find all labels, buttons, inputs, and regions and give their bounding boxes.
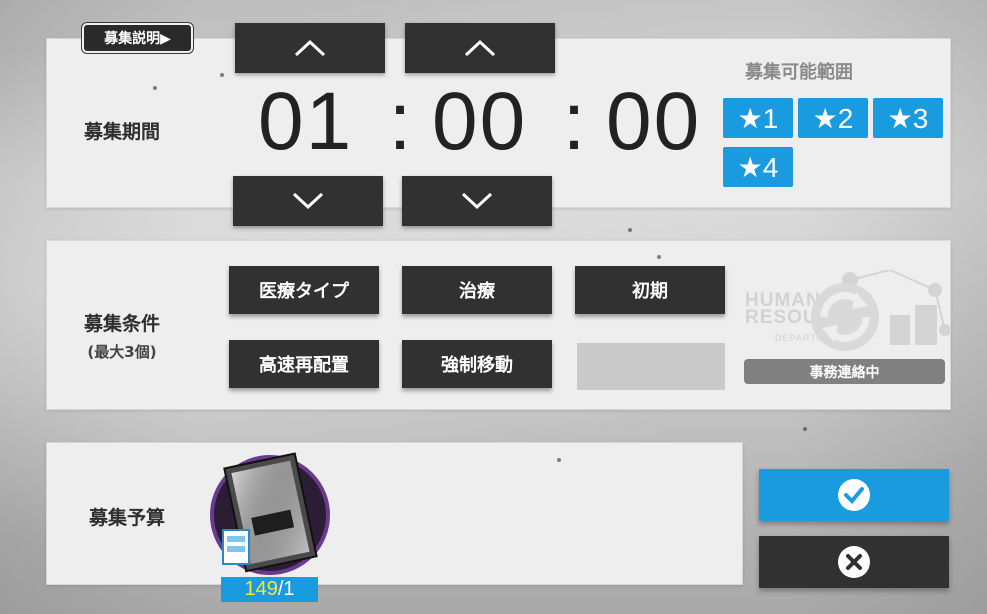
cancel-button[interactable] [759, 536, 949, 588]
dust-speck [153, 86, 157, 90]
minute-increase-button[interactable] [405, 23, 555, 73]
tag-healing[interactable]: 治療 [402, 266, 552, 314]
check-circle-icon [838, 479, 870, 511]
chevron-up-icon [464, 39, 496, 57]
dust-speck [657, 255, 661, 259]
tag-starter[interactable]: 初期 [575, 266, 725, 314]
contact-status-badge: 事務連絡中 [744, 359, 945, 384]
rarity-star-3: ★3 [873, 98, 943, 138]
rarity-star-1: ★1 [723, 98, 793, 138]
recruitment-permit-icon [210, 452, 330, 575]
tag-medic[interactable]: 医療タイプ [229, 266, 379, 314]
chevron-down-icon [292, 192, 324, 210]
tag-fast-redeploy[interactable]: 高速再配置 [229, 340, 379, 388]
duration-display: 01 : 00 : 00 [258, 72, 718, 172]
hour-decrease-button[interactable] [233, 176, 383, 226]
permit-owned: 149 [244, 578, 278, 600]
permit-count: 149/1 [221, 577, 318, 602]
dust-speck [557, 458, 561, 462]
confirm-button[interactable] [759, 469, 949, 521]
permit-cost: /1 [277, 578, 295, 600]
duration-label: 募集期間 [83, 121, 160, 143]
dust-speck [220, 73, 224, 77]
tag-shift[interactable]: 強制移動 [402, 340, 552, 388]
close-circle-icon [838, 546, 870, 578]
conditions-label: 募集条件 [83, 313, 160, 335]
duration-seconds: 00 [606, 76, 702, 167]
rarity-star-4: ★4 [723, 147, 793, 187]
hour-increase-button[interactable] [235, 23, 385, 73]
rarity-range-title: 募集可能範囲 [745, 62, 853, 83]
duration-hours: 01 [258, 76, 354, 167]
budget-panel: 募集予算 [46, 442, 743, 585]
dust-speck [628, 228, 632, 232]
chevron-down-icon [461, 192, 493, 210]
tag-empty-slot [577, 343, 725, 390]
chevron-up-icon [294, 39, 326, 57]
time-separator: : [388, 76, 414, 167]
rarity-star-2: ★2 [798, 98, 868, 138]
dust-speck [803, 427, 807, 431]
recruit-info-button[interactable]: 募集説明▶ [82, 23, 193, 53]
conditions-sublabel: (最大3個) [87, 343, 157, 361]
refresh-icon [811, 283, 879, 351]
time-separator: : [562, 76, 588, 167]
duration-minutes: 00 [432, 76, 528, 167]
budget-label: 募集予算 [88, 507, 165, 529]
minute-decrease-button[interactable] [402, 176, 552, 226]
